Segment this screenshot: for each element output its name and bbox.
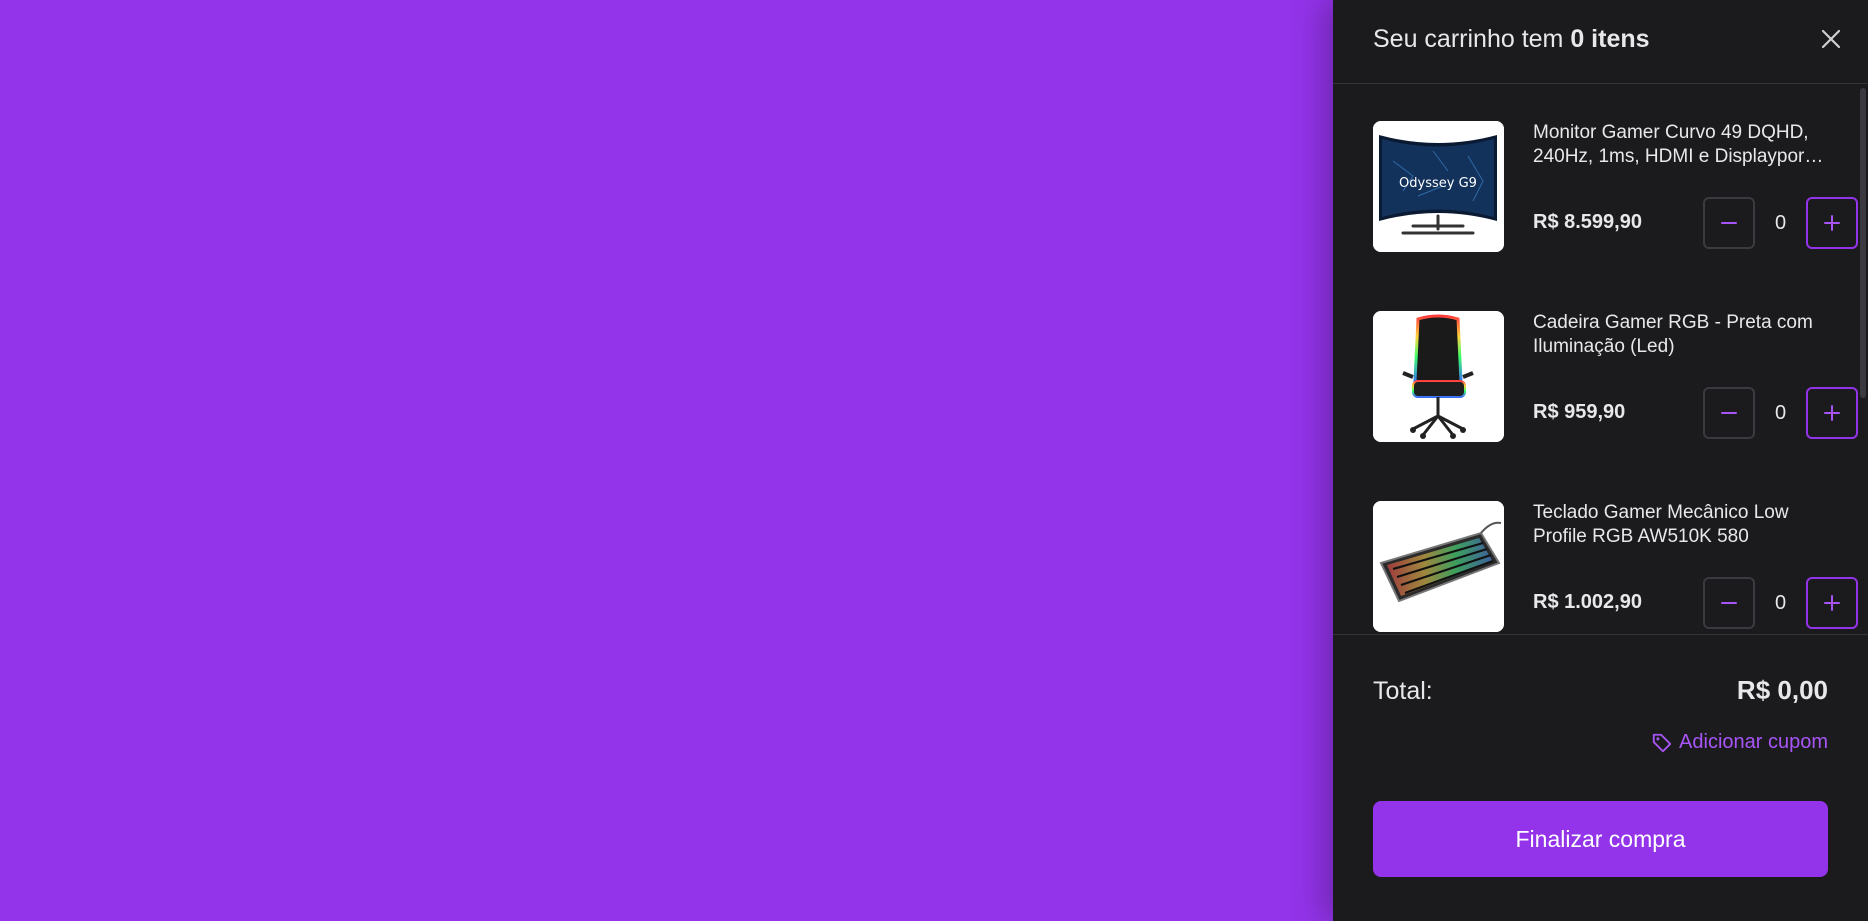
product-price: R$ 8.599,90 bbox=[1533, 211, 1642, 233]
minus-icon bbox=[1721, 602, 1737, 604]
cart-drawer: Seu carrinho tem 0 itens Odyssey G9 Moni… bbox=[1333, 0, 1868, 921]
close-button[interactable] bbox=[1816, 24, 1846, 54]
page: Seu carrinho tem 0 itens Odyssey G9 Moni… bbox=[0, 0, 1868, 921]
monitor-brand-text: Odyssey G9 bbox=[1399, 176, 1477, 191]
cart-item: Cadeira Gamer RGB - Preta com Iluminação… bbox=[1373, 311, 1858, 443]
items-scrollbar[interactable] bbox=[1858, 84, 1868, 634]
plus-icon bbox=[1824, 405, 1840, 421]
cart-item: Teclado Gamer Mecânico Low Profile RGB A… bbox=[1373, 501, 1858, 633]
product-name: Teclado Gamer Mecânico Low Profile RGB A… bbox=[1533, 502, 1789, 547]
minus-icon bbox=[1721, 222, 1737, 224]
product-name: Cadeira Gamer RGB - Preta com Iluminação… bbox=[1533, 312, 1813, 357]
cart-header: Seu carrinho tem 0 itens bbox=[1333, 0, 1868, 84]
plus-icon bbox=[1824, 595, 1840, 611]
add-coupon-label: Adicionar cupom bbox=[1679, 731, 1828, 753]
increase-quantity-button[interactable] bbox=[1806, 387, 1858, 439]
product-image-keyboard bbox=[1373, 501, 1504, 632]
decrease-quantity-button[interactable] bbox=[1703, 577, 1755, 629]
product-price: R$ 1.002,90 bbox=[1533, 591, 1642, 613]
close-icon bbox=[1821, 29, 1841, 49]
cart-footer: Total: R$ 0,00 Adicionar cupom Finalizar… bbox=[1333, 634, 1868, 921]
minus-icon bbox=[1721, 412, 1737, 414]
checkout-button[interactable]: Finalizar compra bbox=[1373, 801, 1828, 877]
cart-items-list: Odyssey G9 Monitor Gamer Curvo 49 DQHD, … bbox=[1333, 84, 1868, 634]
tag-icon bbox=[1652, 733, 1672, 752]
increase-quantity-button[interactable] bbox=[1806, 577, 1858, 629]
product-image-chair bbox=[1373, 311, 1504, 442]
product-name: Monitor Gamer Curvo 49 DQHD, 240Hz, 1ms,… bbox=[1533, 122, 1815, 167]
decrease-quantity-button[interactable] bbox=[1703, 197, 1755, 249]
quantity-value: 0 bbox=[1774, 592, 1787, 614]
cart-item-count: 0 itens bbox=[1570, 25, 1650, 53]
add-coupon-link[interactable]: Adicionar cupom bbox=[1651, 731, 1828, 754]
decrease-quantity-button[interactable] bbox=[1703, 387, 1755, 439]
quantity-value: 0 bbox=[1774, 212, 1787, 234]
increase-quantity-button[interactable] bbox=[1806, 197, 1858, 249]
total-label: Total: bbox=[1373, 677, 1433, 705]
product-price: R$ 959,90 bbox=[1533, 401, 1626, 423]
overlay-backdrop[interactable] bbox=[0, 0, 1333, 921]
plus-icon bbox=[1824, 215, 1840, 231]
scrollbar-thumb[interactable] bbox=[1860, 88, 1866, 398]
total-value: R$ 0,00 bbox=[1736, 675, 1828, 705]
cart-title-prefix: Seu carrinho tem bbox=[1373, 25, 1564, 53]
cart-title: Seu carrinho tem 0 itens bbox=[1373, 22, 1650, 56]
cart-item: Odyssey G9 Monitor Gamer Curvo 49 DQHD, … bbox=[1373, 121, 1858, 253]
quantity-value: 0 bbox=[1774, 402, 1787, 424]
product-image-monitor: Odyssey G9 bbox=[1373, 121, 1504, 252]
